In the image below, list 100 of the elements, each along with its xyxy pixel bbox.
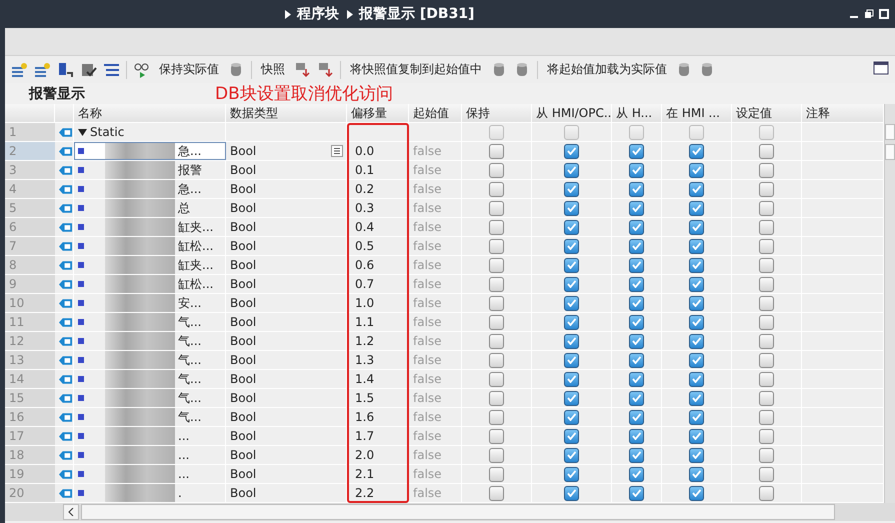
checkbox[interactable] bbox=[564, 314, 579, 330]
checkbox[interactable] bbox=[689, 258, 704, 272]
breadcrumb-item[interactable]: 报警显示 [DB31] bbox=[359, 5, 474, 23]
rows-icon[interactable] bbox=[34, 61, 51, 78]
horizontal-scrollbar[interactable] bbox=[81, 504, 835, 520]
checkbox[interactable] bbox=[759, 314, 774, 330]
checkbox[interactable] bbox=[629, 390, 644, 406]
column-header[interactable]: 名称 bbox=[74, 104, 226, 122]
checkbox[interactable] bbox=[689, 296, 704, 310]
rows-icon[interactable] bbox=[11, 61, 28, 78]
checkbox[interactable] bbox=[489, 182, 504, 196]
checkbox[interactable] bbox=[564, 144, 579, 158]
column-header[interactable]: 偏移量 bbox=[347, 104, 409, 122]
checkbox[interactable] bbox=[759, 182, 774, 196]
checkbox[interactable] bbox=[689, 372, 704, 386]
toolbar-button[interactable]: 将起始值加载为实际值 bbox=[544, 59, 670, 80]
checkbox[interactable] bbox=[689, 486, 704, 500]
checkbox[interactable] bbox=[489, 276, 504, 292]
checkbox[interactable] bbox=[489, 410, 504, 424]
block-icon[interactable] bbox=[57, 61, 74, 78]
checkbox[interactable] bbox=[629, 448, 644, 462]
checkbox[interactable] bbox=[759, 352, 774, 368]
checkbox[interactable] bbox=[489, 220, 504, 234]
expand-arrow-icon[interactable] bbox=[78, 128, 87, 136]
column-header[interactable]: 设定值 bbox=[732, 104, 802, 122]
checkbox[interactable] bbox=[689, 390, 704, 406]
checkbox[interactable] bbox=[689, 352, 704, 368]
checkbox[interactable] bbox=[759, 448, 774, 462]
checkbox[interactable] bbox=[759, 276, 774, 292]
checkbox[interactable] bbox=[489, 314, 504, 330]
checkbox[interactable] bbox=[689, 466, 704, 482]
checkbox[interactable] bbox=[689, 448, 704, 462]
checkbox[interactable] bbox=[489, 258, 504, 272]
checkbox[interactable] bbox=[759, 296, 774, 310]
checkbox[interactable] bbox=[564, 390, 579, 406]
checkbox[interactable] bbox=[489, 372, 504, 386]
checkbox[interactable] bbox=[759, 220, 774, 234]
restore-icon[interactable] bbox=[864, 9, 874, 19]
checkbox[interactable] bbox=[759, 258, 774, 272]
checkbox[interactable] bbox=[689, 410, 704, 424]
checkbox[interactable] bbox=[759, 144, 774, 158]
checkbox[interactable] bbox=[564, 486, 579, 500]
checkbox[interactable] bbox=[489, 200, 504, 216]
column-header[interactable]: 起始值 bbox=[409, 104, 462, 122]
checkbox[interactable] bbox=[564, 448, 579, 462]
checkbox[interactable] bbox=[489, 238, 504, 254]
arrow-icon[interactable] bbox=[317, 61, 334, 78]
checkbox[interactable] bbox=[689, 334, 704, 348]
breadcrumb-item[interactable]: 程序块 bbox=[297, 5, 339, 23]
checkbox[interactable] bbox=[564, 182, 579, 196]
toolbar-button[interactable]: 将快照值复制到起始值中 bbox=[347, 59, 485, 80]
checkbox[interactable] bbox=[629, 220, 644, 234]
checkbox[interactable] bbox=[564, 276, 579, 292]
checkbox[interactable] bbox=[689, 144, 704, 158]
checkbox[interactable] bbox=[489, 448, 504, 462]
scroll-left-button[interactable] bbox=[63, 504, 79, 520]
checkbox[interactable] bbox=[689, 200, 704, 216]
checkbox[interactable] bbox=[629, 486, 644, 500]
checkbox[interactable] bbox=[629, 296, 644, 310]
checkbox[interactable] bbox=[629, 466, 644, 482]
checkbox[interactable] bbox=[489, 428, 504, 444]
checkbox[interactable] bbox=[629, 258, 644, 272]
checkbox[interactable] bbox=[489, 334, 504, 348]
checkbox[interactable] bbox=[489, 390, 504, 406]
column-header[interactable]: 从 H... bbox=[612, 104, 662, 122]
glasses-icon[interactable] bbox=[133, 61, 150, 78]
checkbox[interactable] bbox=[629, 428, 644, 444]
checkbox[interactable] bbox=[564, 372, 579, 386]
checkbox[interactable] bbox=[759, 238, 774, 254]
column-header[interactable]: 保持 bbox=[462, 104, 532, 122]
checkbox[interactable] bbox=[689, 314, 704, 330]
list-icon[interactable] bbox=[103, 61, 120, 78]
checkbox[interactable] bbox=[629, 410, 644, 424]
toolbar-button[interactable]: 保持实际值 bbox=[156, 59, 222, 80]
checkbox[interactable] bbox=[759, 334, 774, 348]
checkbox[interactable] bbox=[759, 390, 774, 406]
checkbox[interactable] bbox=[629, 182, 644, 196]
checkbox[interactable] bbox=[564, 334, 579, 348]
checkbox[interactable] bbox=[689, 238, 704, 254]
checkbox[interactable] bbox=[489, 296, 504, 310]
column-header[interactable]: 在 HMI ... bbox=[662, 104, 732, 122]
checkbox[interactable] bbox=[689, 276, 704, 292]
checkbox[interactable] bbox=[629, 352, 644, 368]
checkbox[interactable] bbox=[629, 200, 644, 216]
checkbox[interactable] bbox=[489, 352, 504, 368]
checkbox[interactable] bbox=[564, 466, 579, 482]
checkbox[interactable] bbox=[564, 238, 579, 254]
checkbox[interactable] bbox=[629, 162, 644, 178]
checkbox[interactable] bbox=[629, 372, 644, 386]
maximize-icon[interactable] bbox=[879, 9, 889, 19]
checkbox[interactable] bbox=[564, 352, 579, 368]
list-icon[interactable] bbox=[331, 145, 343, 157]
checkbox[interactable] bbox=[689, 428, 704, 444]
checkbox[interactable] bbox=[759, 200, 774, 216]
checkbox[interactable] bbox=[564, 200, 579, 216]
checkbox[interactable] bbox=[759, 486, 774, 500]
checkbox[interactable] bbox=[564, 296, 579, 310]
checkbox[interactable] bbox=[564, 162, 579, 178]
arrow-icon[interactable] bbox=[294, 61, 311, 78]
checkbox[interactable] bbox=[489, 486, 504, 500]
